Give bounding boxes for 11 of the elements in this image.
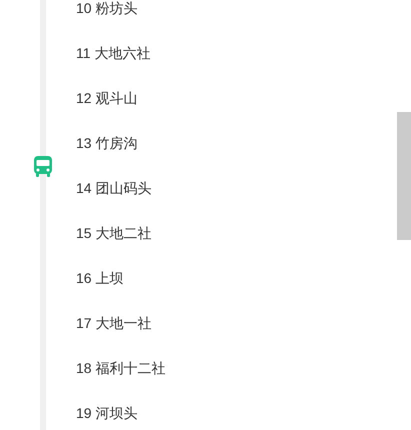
stop-label[interactable]: 16 上坝: [76, 268, 124, 289]
stop-label[interactable]: 17 大地一社: [76, 313, 152, 334]
stop-label[interactable]: 15 大地二社: [76, 223, 152, 244]
stop-label[interactable]: 19 河坝头: [76, 403, 138, 424]
scrollbar[interactable]: [397, 112, 411, 240]
stop-label[interactable]: 18 福利十二社: [76, 358, 166, 379]
stop-label[interactable]: 14 团山码头: [76, 178, 152, 199]
stop-label[interactable]: 12 观斗山: [76, 88, 138, 109]
stop-label[interactable]: 11 大地六社: [76, 43, 150, 64]
stop-label[interactable]: 13 竹房沟: [76, 133, 138, 154]
stop-label[interactable]: 10 粉坊头: [76, 0, 138, 19]
